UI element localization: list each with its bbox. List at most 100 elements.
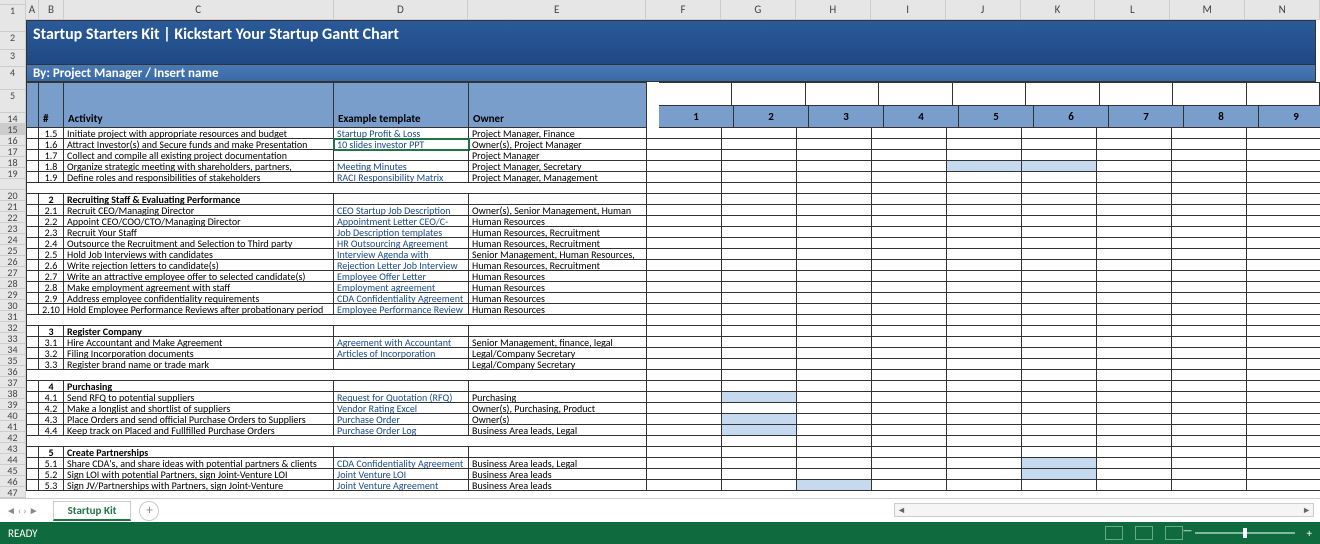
tab-nav-last-icon[interactable]: ► bbox=[29, 504, 39, 517]
gantt-cell[interactable] bbox=[872, 238, 947, 249]
gantt-cell[interactable] bbox=[1022, 458, 1097, 469]
cell-activity[interactable]: Purchasing bbox=[64, 381, 334, 392]
cell-owner[interactable]: Human Resources, Recruitment bbox=[469, 260, 647, 271]
gantt-cell[interactable] bbox=[1022, 304, 1097, 315]
gantt-cell[interactable] bbox=[947, 216, 1022, 227]
gantt-cell[interactable] bbox=[1247, 249, 1320, 260]
cell-owner[interactable]: Project Manager bbox=[469, 150, 647, 161]
gantt-cell[interactable] bbox=[722, 359, 797, 370]
cell-num[interactable]: 2.10 bbox=[39, 304, 64, 315]
col-header-N[interactable]: N bbox=[1245, 0, 1320, 19]
row-header-47[interactable]: 47 bbox=[0, 487, 25, 498]
cell-owner[interactable]: Owner(s) bbox=[469, 414, 647, 425]
cell-num[interactable]: 5.3 bbox=[39, 480, 64, 491]
cell-activity[interactable]: Register Company bbox=[64, 326, 334, 337]
gantt-cell[interactable] bbox=[1172, 425, 1247, 436]
gantt-cell[interactable] bbox=[1172, 480, 1247, 491]
gantt-cell[interactable] bbox=[647, 161, 722, 172]
cell-activity[interactable]: Initiate project with appropriate resour… bbox=[64, 128, 334, 139]
gantt-cell[interactable] bbox=[1247, 359, 1320, 370]
gantt-cell[interactable] bbox=[797, 161, 872, 172]
cell-owner[interactable]: Legal/Company Secretary bbox=[469, 359, 647, 370]
view-layout-icon[interactable] bbox=[1135, 526, 1153, 540]
gantt-cell[interactable] bbox=[1022, 194, 1097, 205]
gantt-cell[interactable] bbox=[1172, 348, 1247, 359]
gantt-cell[interactable] bbox=[722, 414, 797, 425]
cell-activity[interactable]: Collect and compile all existing project… bbox=[64, 150, 334, 161]
gantt-cell[interactable] bbox=[872, 161, 947, 172]
gantt-cell[interactable] bbox=[947, 260, 1022, 271]
gantt-cell[interactable] bbox=[872, 381, 947, 392]
gantt-cell[interactable] bbox=[722, 139, 797, 150]
cell-activity[interactable]: Place Orders and send official Purchase … bbox=[64, 414, 334, 425]
cell-owner[interactable]: Senior Management, finance, legal bbox=[469, 337, 647, 348]
gantt-cell[interactable] bbox=[1097, 205, 1172, 216]
row-header-2[interactable]: 2 bbox=[0, 32, 25, 50]
gantt-cell[interactable] bbox=[947, 414, 1022, 425]
gantt-cell[interactable] bbox=[1172, 359, 1247, 370]
cell-template[interactable]: Job Description templates bbox=[334, 227, 469, 238]
gantt-cell[interactable] bbox=[1247, 172, 1320, 183]
gantt-cell[interactable] bbox=[1022, 293, 1097, 304]
cell-num[interactable]: 4 bbox=[39, 381, 64, 392]
col-header-G[interactable]: G bbox=[721, 0, 796, 19]
gantt-cell[interactable] bbox=[647, 414, 722, 425]
gantt-cell[interactable] bbox=[947, 348, 1022, 359]
gantt-cell[interactable] bbox=[872, 425, 947, 436]
gantt-cell[interactable] bbox=[1097, 403, 1172, 414]
gantt-cell[interactable] bbox=[1247, 304, 1320, 315]
cell-num[interactable]: 4.3 bbox=[39, 414, 64, 425]
gantt-cell[interactable] bbox=[722, 238, 797, 249]
gantt-cell[interactable] bbox=[872, 271, 947, 282]
cell-template[interactable] bbox=[334, 194, 469, 205]
gantt-cell[interactable] bbox=[872, 326, 947, 337]
gantt-cell[interactable] bbox=[1022, 271, 1097, 282]
gantt-cell[interactable] bbox=[797, 139, 872, 150]
gantt-cell[interactable] bbox=[1097, 128, 1172, 139]
gantt-cell[interactable] bbox=[1247, 271, 1320, 282]
cell-num[interactable]: 3.2 bbox=[39, 348, 64, 359]
gantt-cell[interactable] bbox=[872, 282, 947, 293]
gantt-cell[interactable] bbox=[722, 337, 797, 348]
gantt-cell[interactable] bbox=[647, 194, 722, 205]
cell-activity[interactable]: Address employee confidentiality require… bbox=[64, 293, 334, 304]
cell-activity[interactable]: Recruit CEO/Managing Director bbox=[64, 205, 334, 216]
cell-num[interactable]: 2.1 bbox=[39, 205, 64, 216]
cell-activity[interactable]: Attract Investor(s) and Secure funds and… bbox=[64, 139, 334, 150]
gantt-cell[interactable] bbox=[1247, 447, 1320, 458]
gantt-cell[interactable] bbox=[1172, 271, 1247, 282]
gantt-cell[interactable] bbox=[722, 216, 797, 227]
gantt-cell[interactable] bbox=[1097, 293, 1172, 304]
gantt-cell[interactable] bbox=[947, 293, 1022, 304]
cell-num[interactable]: 2.4 bbox=[39, 238, 64, 249]
gantt-cell[interactable] bbox=[647, 469, 722, 480]
gantt-cell[interactable] bbox=[1097, 238, 1172, 249]
gantt-cell[interactable] bbox=[1247, 381, 1320, 392]
cell-activity[interactable]: Recruit Your Staff bbox=[64, 227, 334, 238]
cell-template[interactable]: RACI Responsibility Matrix bbox=[334, 172, 469, 183]
gantt-cell[interactable] bbox=[1097, 469, 1172, 480]
gantt-cell[interactable] bbox=[872, 194, 947, 205]
gantt-cell[interactable] bbox=[797, 447, 872, 458]
cell-num[interactable]: 1.6 bbox=[39, 139, 64, 150]
gantt-cell[interactable] bbox=[647, 348, 722, 359]
gantt-cell[interactable] bbox=[1172, 139, 1247, 150]
gantt-cell[interactable] bbox=[872, 348, 947, 359]
gantt-cell[interactable] bbox=[1022, 128, 1097, 139]
gantt-cell[interactable] bbox=[722, 403, 797, 414]
cell-num[interactable]: 5.2 bbox=[39, 469, 64, 480]
gantt-cell[interactable] bbox=[1097, 271, 1172, 282]
gantt-cell[interactable] bbox=[647, 260, 722, 271]
cell-template[interactable]: CDA Confidentiality Agreement bbox=[334, 458, 469, 469]
gantt-cell[interactable] bbox=[797, 480, 872, 491]
gantt-cell[interactable] bbox=[1172, 304, 1247, 315]
gantt-cell[interactable] bbox=[1022, 414, 1097, 425]
cell-template[interactable]: CEO Startup Job Description bbox=[334, 205, 469, 216]
row-header-5[interactable]: 5 bbox=[0, 90, 25, 113]
gantt-cell[interactable] bbox=[647, 304, 722, 315]
cell-num[interactable]: 1.8 bbox=[39, 161, 64, 172]
gantt-cell[interactable] bbox=[1172, 414, 1247, 425]
gantt-cell[interactable] bbox=[647, 216, 722, 227]
cell-owner[interactable]: Human Resources bbox=[469, 282, 647, 293]
gantt-cell[interactable] bbox=[872, 172, 947, 183]
